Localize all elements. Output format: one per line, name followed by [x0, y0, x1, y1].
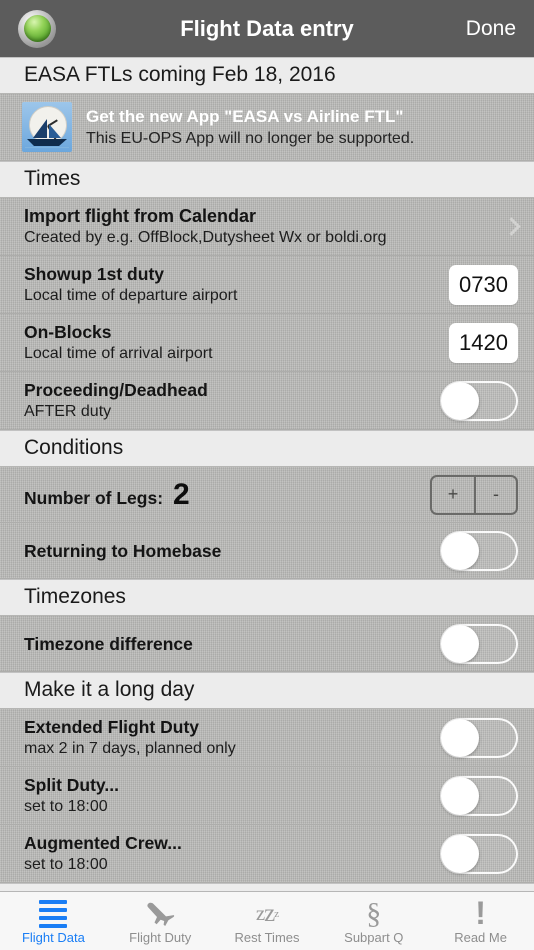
- row-title: Import flight from Calendar: [24, 206, 257, 226]
- tab-rest-times[interactable]: zzz Rest Times: [214, 892, 321, 950]
- green-led-icon[interactable]: [18, 9, 56, 48]
- row-timezone-difference[interactable]: Timezone difference: [0, 616, 534, 672]
- tab-bar: Flight Data Flight Duty zzz Rest Times §…: [0, 891, 534, 950]
- toggle-knob: [441, 834, 479, 873]
- sleep-zzz-icon: zzz: [255, 899, 279, 927]
- row-title: Proceeding/Deadhead: [24, 380, 208, 400]
- navigation-bar: Flight Data entry Done: [0, 0, 534, 57]
- row-texts: Import flight from Calendar Created by e…: [24, 198, 496, 255]
- row-texts: Number of Legs: 2: [24, 473, 430, 517]
- tab-label: Flight Duty: [129, 930, 192, 945]
- tab-label: Rest Times: [234, 930, 300, 945]
- toggle-knob: [441, 718, 479, 757]
- extended-flight-duty-toggle[interactable]: [440, 717, 518, 758]
- done-button[interactable]: Done: [466, 17, 516, 41]
- augmented-crew-toggle[interactable]: [440, 833, 518, 874]
- tab-subpart-q[interactable]: § Subpart Q: [320, 892, 427, 950]
- proceeding-deadhead-toggle[interactable]: [440, 380, 518, 421]
- row-subtitle: Local time of arrival airport: [24, 345, 213, 362]
- row-augmented-crew[interactable]: Augmented Crew... set to 18:00: [0, 825, 534, 883]
- toggle-knob: [441, 531, 479, 570]
- section-header-times: Times: [0, 161, 534, 198]
- row-title: On-Blocks: [24, 322, 112, 342]
- row-subtitle: AFTER duty: [24, 403, 112, 420]
- announcement-header: EASA FTLs coming Feb 18, 2016: [0, 57, 534, 94]
- row-texts: Showup 1st duty Local time of departure …: [24, 256, 449, 313]
- app-screen: Flight Data entry Done EASA FTLs coming …: [0, 0, 534, 950]
- tab-read-me[interactable]: ! Read Me: [427, 892, 534, 950]
- number-of-legs-value: 2: [173, 477, 190, 511]
- exclamation-icon: !: [475, 895, 486, 931]
- stepper-decrement-button[interactable]: -: [474, 476, 516, 513]
- clock-sailboat-app-icon: [22, 102, 72, 152]
- row-subtitle: max 2 in 7 days, planned only: [24, 740, 236, 757]
- list-lines-icon: [39, 899, 68, 928]
- chevron-right-icon[interactable]: [504, 216, 518, 238]
- row-import-flight[interactable]: Import flight from Calendar Created by e…: [0, 198, 534, 256]
- sailboat-glyph: [25, 119, 69, 148]
- toggle-knob: [441, 776, 479, 815]
- row-extended-flight-duty[interactable]: Extended Flight Duty max 2 in 7 days, pl…: [0, 709, 534, 767]
- section-header-timezones: Timezones: [0, 579, 534, 616]
- row-split-duty[interactable]: Split Duty... set to 18:00: [0, 767, 534, 825]
- row-showup-first-duty[interactable]: Showup 1st duty Local time of departure …: [0, 256, 534, 314]
- airplane-icon: [145, 900, 175, 927]
- section-header-long-day: Make it a long day: [0, 672, 534, 709]
- row-title: Returning to Homebase: [24, 540, 222, 561]
- row-texts: Proceeding/Deadhead AFTER duty: [24, 372, 440, 429]
- page-title: Flight Data entry: [180, 15, 354, 41]
- row-title: Split Duty...: [24, 775, 119, 795]
- on-blocks-time-input[interactable]: 1420: [449, 322, 518, 363]
- row-title: Extended Flight Duty: [24, 717, 199, 737]
- returning-to-homebase-toggle[interactable]: [440, 530, 518, 571]
- row-number-of-legs[interactable]: Number of Legs: 2 + -: [0, 467, 534, 523]
- row-title: Showup 1st duty: [24, 264, 164, 284]
- row-title: Augmented Crew...: [24, 833, 182, 853]
- promo-banner[interactable]: Get the new App "EASA vs Airline FTL" Th…: [0, 94, 534, 161]
- number-of-legs-stepper[interactable]: + -: [430, 474, 518, 515]
- promo-text: Get the new App "EASA vs Airline FTL" Th…: [72, 106, 414, 149]
- section-sign-icon: §: [366, 896, 382, 930]
- row-subtitle: Created by e.g. OffBlock,Dutysheet Wx or…: [24, 229, 387, 246]
- stepper-increment-button[interactable]: +: [432, 477, 474, 513]
- settings-list[interactable]: EASA FTLs coming Feb 18, 2016 Get the ne…: [0, 57, 534, 891]
- section-header-one-more-thing: One more thing...: [0, 883, 534, 891]
- promo-title: Get the new App "EASA vs Airline FTL": [86, 106, 404, 126]
- toggle-knob: [441, 624, 479, 663]
- row-proceeding-deadhead[interactable]: Proceeding/Deadhead AFTER duty: [0, 372, 534, 430]
- row-texts: Augmented Crew... set to 18:00: [24, 825, 440, 882]
- row-texts: Timezone difference: [24, 626, 440, 662]
- promo-subtitle: This EU-OPS App will no longer be suppor…: [86, 129, 415, 147]
- split-duty-toggle[interactable]: [440, 775, 518, 816]
- row-texts: On-Blocks Local time of arrival airport: [24, 314, 449, 371]
- row-texts: Split Duty... set to 18:00: [24, 767, 440, 824]
- tab-label: Read Me: [454, 930, 507, 945]
- tab-label: Flight Data: [21, 930, 85, 945]
- row-subtitle: set to 18:00: [24, 798, 108, 815]
- row-subtitle: set to 18:00: [24, 856, 108, 873]
- tab-flight-data[interactable]: Flight Data: [0, 892, 107, 950]
- tab-label: Subpart Q: [344, 930, 404, 945]
- row-subtitle: Local time of departure airport: [24, 287, 238, 304]
- tab-flight-duty[interactable]: Flight Duty: [107, 892, 214, 950]
- row-returning-to-homebase[interactable]: Returning to Homebase: [0, 523, 534, 579]
- green-led-inner: [23, 15, 51, 42]
- section-header-conditions: Conditions: [0, 430, 534, 467]
- row-title: Number of Legs:: [24, 487, 164, 508]
- showup-time-input[interactable]: 0730: [449, 264, 518, 305]
- row-texts: Returning to Homebase: [24, 533, 440, 569]
- row-title: Timezone difference: [24, 633, 193, 654]
- row-on-blocks[interactable]: On-Blocks Local time of arrival airport …: [0, 314, 534, 372]
- timezone-difference-toggle[interactable]: [440, 623, 518, 664]
- row-texts: Extended Flight Duty max 2 in 7 days, pl…: [24, 709, 440, 766]
- toggle-knob: [441, 381, 479, 420]
